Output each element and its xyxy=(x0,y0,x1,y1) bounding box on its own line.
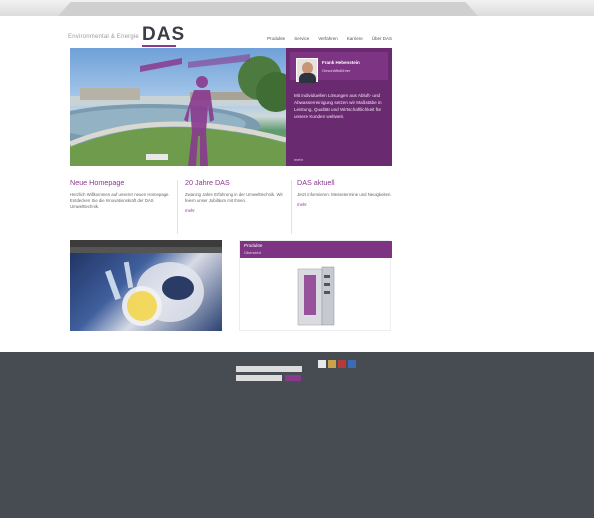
feature-box-research[interactable] xyxy=(70,240,222,331)
browser-tab[interactable] xyxy=(58,2,478,16)
teaser-title[interactable]: DAS aktuell xyxy=(297,178,392,187)
contact-role: Geschäftsführer xyxy=(322,68,351,73)
social-icon[interactable] xyxy=(348,360,356,368)
social-icon[interactable] xyxy=(318,360,326,368)
teaser-row: Neue Homepage Herzlich Willkommen auf un… xyxy=(70,178,392,238)
logo-underline xyxy=(142,45,176,47)
contact-panel: Frank Hebenstein Geschäftsführer Mit ind… xyxy=(286,48,392,166)
nav-item-karriere[interactable]: Karriere xyxy=(347,36,363,41)
contact-card: Frank Hebenstein Geschäftsführer xyxy=(290,52,388,83)
box-header: Produkte Übersicht xyxy=(240,241,392,258)
footer-col-contact xyxy=(236,360,302,381)
product-image xyxy=(297,266,335,326)
browser-frame: Environmental & Energie DAS Produkte Ser… xyxy=(0,0,594,518)
teaser-more-link[interactable]: mehr xyxy=(297,202,392,207)
search-input[interactable] xyxy=(236,366,302,372)
teaser-text: Jetzt informieren: Messetermine und Neui… xyxy=(297,192,392,197)
nav-item-service[interactable]: Service xyxy=(294,36,309,41)
site-logo[interactable]: DAS xyxy=(142,24,185,46)
hero-image xyxy=(70,48,286,166)
teaser-title[interactable]: Neue Homepage xyxy=(70,178,170,187)
panel-text: Mit individuellen Lösungen aus Abluft- u… xyxy=(294,93,382,119)
hero: Frank Hebenstein Geschäftsführer Mit ind… xyxy=(70,48,392,166)
nav-item-produkte[interactable]: Produkte xyxy=(267,36,285,41)
footer-col-links xyxy=(318,360,356,372)
teaser-more-link[interactable]: mehr xyxy=(185,208,285,213)
social-icons xyxy=(318,360,356,368)
browser-chrome xyxy=(0,0,594,16)
divider xyxy=(177,180,178,234)
panel-link[interactable]: mehr xyxy=(294,157,303,162)
nav-item-verfahren[interactable]: Verfahren xyxy=(318,36,338,41)
avatar xyxy=(296,58,318,83)
box-title-overlay xyxy=(70,240,222,247)
site-tagline: Environmental & Energie xyxy=(68,34,139,40)
teaser-news: Neue Homepage Herzlich Willkommen auf un… xyxy=(70,178,170,238)
email-field[interactable] xyxy=(236,375,282,381)
feature-box-products[interactable]: Produkte Übersicht xyxy=(239,240,392,331)
teaser-current: DAS aktuell Jetzt informieren: Messeterm… xyxy=(297,178,392,238)
hero-illustration xyxy=(70,54,286,166)
box-subtitle-overlay xyxy=(70,247,222,253)
newsletter-row xyxy=(236,375,302,381)
subscribe-button[interactable] xyxy=(285,375,301,381)
site-header: Environmental & Energie DAS Produkte Ser… xyxy=(68,22,392,47)
divider xyxy=(291,180,292,234)
social-icon[interactable] xyxy=(328,360,336,368)
social-icon[interactable] xyxy=(338,360,346,368)
box-subtitle: Übersicht xyxy=(244,250,261,255)
box-title: Produkte xyxy=(244,243,263,248)
footer-col-products xyxy=(152,360,158,363)
teaser-anniversary: 20 Jahre DAS Zwanzig Jahre Erfahrung in … xyxy=(185,178,285,238)
page: Environmental & Energie DAS Produkte Ser… xyxy=(0,16,594,518)
teaser-text: Zwanzig Jahre Erfahrung in der Umwelttec… xyxy=(185,192,283,203)
contact-name: Frank Hebenstein xyxy=(322,60,360,65)
nav-item-ueber-das[interactable]: Über DAS xyxy=(372,36,392,41)
teaser-title[interactable]: 20 Jahre DAS xyxy=(185,178,285,187)
main-nav: Produkte Service Verfahren Karriere Über… xyxy=(267,36,392,41)
scientist-image xyxy=(105,261,204,326)
site-footer xyxy=(0,352,594,518)
teaser-text: Herzlich Willkommen auf unserer neuen Ho… xyxy=(70,192,170,209)
